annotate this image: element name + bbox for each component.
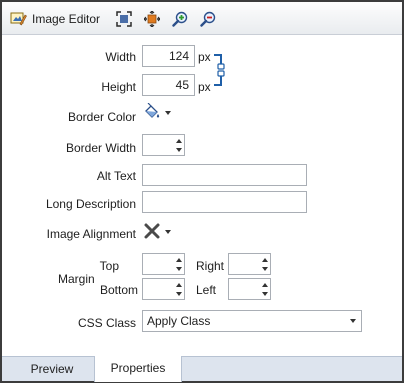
- tab-preview[interactable]: Preview: [12, 357, 92, 382]
- border-color-label: Border Color: [67, 110, 136, 124]
- zoom-out-button[interactable]: [199, 10, 217, 28]
- margin-label: Margin: [58, 272, 95, 286]
- stepper-up-icon[interactable]: [261, 255, 268, 264]
- width-label: Width: [105, 50, 136, 64]
- margin-left-label: Left: [195, 283, 216, 297]
- stepper-down-icon[interactable]: [261, 264, 268, 273]
- stepper-up-icon[interactable]: [175, 280, 182, 289]
- margin-top-label: Top: [99, 259, 119, 273]
- height-unit: px: [198, 80, 211, 94]
- css-class-label: CSS Class: [77, 316, 136, 330]
- height-label: Height: [101, 80, 136, 94]
- stepper-down-icon[interactable]: [175, 145, 182, 154]
- actual-size-button[interactable]: [143, 10, 161, 28]
- border-width-label: Border Width: [65, 141, 136, 155]
- fit-image-icon: [116, 11, 132, 27]
- zoom-in-button[interactable]: [171, 10, 189, 28]
- no-alignment-icon: [143, 222, 161, 243]
- fit-image-button[interactable]: [115, 10, 133, 28]
- zoom-out-icon: [200, 11, 216, 27]
- border-width-stepper[interactable]: [142, 134, 185, 156]
- image-editor-button[interactable]: Image Editor: [10, 9, 100, 29]
- css-class-select[interactable]: Apply Class: [142, 310, 362, 332]
- stepper-down-icon[interactable]: [175, 289, 182, 298]
- alt-text-input[interactable]: [142, 164, 307, 186]
- width-unit: px: [198, 50, 211, 64]
- margin-left-stepper[interactable]: [228, 278, 271, 300]
- stepper-up-icon[interactable]: [261, 280, 268, 289]
- actual-size-icon: [144, 11, 160, 27]
- css-class-value: Apply Class: [147, 314, 211, 328]
- margin-top-stepper[interactable]: [142, 253, 185, 275]
- border-color-picker[interactable]: [143, 102, 171, 124]
- tab-properties[interactable]: Properties: [94, 356, 182, 382]
- long-description-input[interactable]: [142, 191, 307, 213]
- alt-text-label: Alt Text: [96, 169, 136, 183]
- stepper-down-icon[interactable]: [175, 264, 182, 273]
- margin-right-stepper[interactable]: [228, 253, 271, 275]
- zoom-in-icon: [172, 11, 188, 27]
- image-editor-dialog: Image Editor Width 124 px Height 45 px B…: [0, 0, 404, 383]
- constrain-proportions-icon[interactable]: [213, 52, 227, 91]
- stepper-up-icon[interactable]: [175, 255, 182, 264]
- chevron-down-icon: [165, 230, 171, 234]
- long-description-label: Long Description: [45, 197, 136, 211]
- image-alignment-picker[interactable]: [143, 221, 171, 243]
- paint-bucket-icon: [143, 102, 161, 124]
- image-editor-title: Image Editor: [32, 12, 101, 26]
- chevron-down-icon: [165, 111, 171, 115]
- height-input[interactable]: 45: [142, 74, 195, 96]
- stepper-down-icon[interactable]: [261, 289, 268, 298]
- margin-bottom-stepper[interactable]: [142, 278, 185, 300]
- image-editor-icon: [10, 11, 27, 27]
- margin-right-label: Right: [195, 259, 224, 273]
- stepper-up-icon[interactable]: [175, 136, 182, 145]
- width-input[interactable]: 124: [142, 45, 195, 67]
- image-alignment-label: Image Alignment: [46, 227, 136, 241]
- tab-strip: Preview Properties: [2, 356, 402, 382]
- toolbar: Image Editor: [2, 2, 402, 35]
- margin-bottom-label: Bottom: [99, 283, 138, 297]
- chevron-down-icon: [350, 319, 356, 323]
